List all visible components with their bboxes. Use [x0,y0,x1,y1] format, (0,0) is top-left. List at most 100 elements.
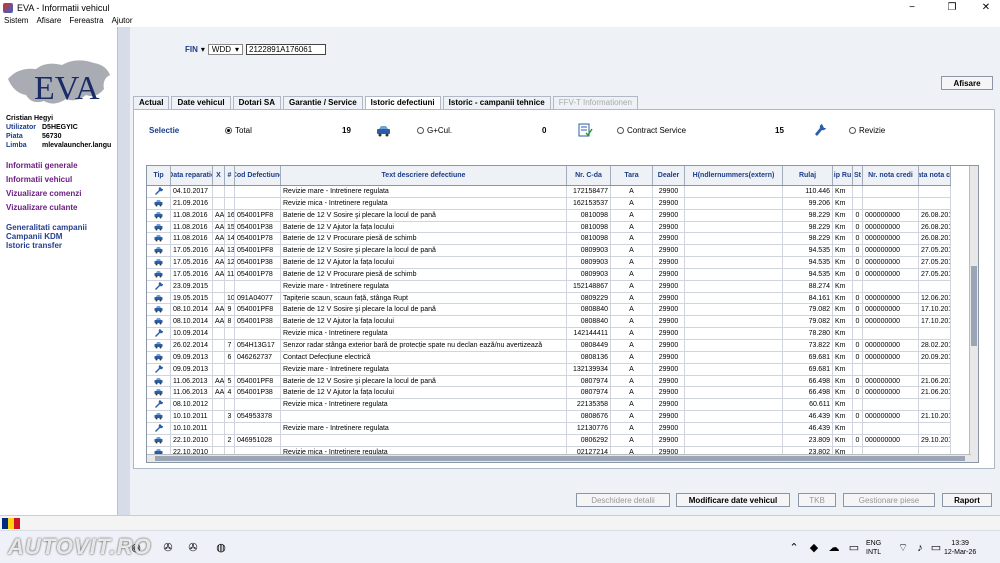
maximize-button[interactable]: ❐ [938,0,966,15]
column-header[interactable]: Rulaj [783,166,833,185]
table-row[interactable]: 10.10.2011 3 054953378 0808676 A 29900 46.439 K… [147,411,951,423]
chevron-up-icon[interactable]: ⌃ [786,541,802,555]
raport-button[interactable]: Raport [942,493,992,507]
table-row[interactable]: 10.10.2011 Revizie mare - Intretinere reg… [147,422,951,435]
tab-actual[interactable]: Actual [133,96,170,109]
gestionare-piese-button[interactable]: Gestionare piese [843,493,935,507]
mercedes-icon-2[interactable]: ✇ [185,541,201,555]
table-cell [685,221,783,233]
table-row[interactable]: 09.09.2013 6 046262737 Contact Defecțiune e… [147,351,951,364]
table-cell: 000000000 [863,233,919,245]
globe-icon[interactable]: ◍ [213,541,229,555]
table-cell [685,387,783,399]
radio-total[interactable]: Total [225,126,252,135]
menu-afisare[interactable]: Afisare [32,15,65,27]
close-button[interactable]: ✕ [972,0,1000,15]
speaker-icon[interactable]: ♪ [912,541,928,555]
table-cell: Revizie mica - Intretinere regulata [281,197,567,209]
nav-informatii-vehicul[interactable]: Informatii vehicul [6,173,87,187]
table-row[interactable]: 17.05.2016 AA 11 054001P78 Baterie de 12 V P… [147,268,951,281]
nav-informatii-generale[interactable]: Informatii generale [6,159,87,173]
menu-sistem[interactable]: Sistem [0,15,32,27]
afisare-button[interactable]: Afisare [941,76,993,90]
column-header[interactable]: H(ndlernummers(extern) [685,166,783,185]
display-icon[interactable]: ▭ [846,541,862,555]
clock[interactable]: 13:39 12-Mar-26 [944,539,976,557]
table-row[interactable]: 08.10.2012 Revizie mica - Intretinere reg… [147,399,951,412]
nav-campanii-kdm[interactable]: Campanii KDM [6,232,87,241]
nav-istoric-transfer[interactable]: Istoric transfer [6,241,87,250]
horizontal-scrollbar[interactable] [147,454,971,462]
table-row[interactable]: 17.05.2016 AA 13 054001PF8 Baterie de 12 V S… [147,245,951,258]
tab-date-vehicul[interactable]: Date vehicul [171,96,231,109]
column-header[interactable]: Cod Defectiune [235,166,281,185]
column-header[interactable]: Data reparatie [171,166,213,185]
tab-istoric-defectiuni[interactable]: Istoric defectiuni [364,96,441,109]
table-row[interactable]: 08.10.2014 AA 8 054001P38 Baterie de 12 V Aj… [147,316,951,329]
table-row[interactable]: 11.06.2013 AA 5 054001PF8 Baterie de 12 V So… [147,375,951,388]
table-row[interactable]: 10.09.2014 Revizie mica - Intretinere reg… [147,328,951,340]
column-header[interactable]: Tara [611,166,653,185]
table-cell: Km [833,422,853,434]
tab-dotari-sa[interactable]: Dotari SA [232,96,282,109]
table-row[interactable]: 11.08.2016 AA 14 054001P78 Baterie de 12 V P… [147,233,951,246]
table-row[interactable]: 26.02.2014 7 054H13G17 Senzor radar stânga … [147,339,951,352]
table-row[interactable]: 19.05.2015 10 091A04077 Tapițerie scaun, sc… [147,292,951,305]
fin-input[interactable]: 2122891A176061 [246,44,327,55]
menu-ajutor[interactable]: Ajutor [108,15,137,27]
column-header[interactable]: Nr. C-da [567,166,611,185]
column-header[interactable]: Tip [147,166,171,185]
column-header[interactable]: # [225,166,235,185]
table-cell: 0 [853,209,863,221]
table-cell: Km [833,411,853,422]
cloud-icon[interactable]: ☁ [826,541,842,555]
table-row[interactable]: 08.10.2014 AA 9 054001PF8 Baterie de 12 V So… [147,304,951,317]
table-row[interactable]: 23.09.2015 Revizie mare - Intretinere reg… [147,280,951,293]
minimize-button[interactable]: − [898,0,926,15]
table-cell [685,268,783,280]
nav-vizualizare-culante[interactable]: Vizualizare culante [6,201,87,215]
table-row[interactable]: 22.10.2010 2 046951028 0806292 A 29900 23.809 K… [147,434,951,447]
table-cell: 04.10.2017 [171,186,213,197]
tkb-button[interactable]: TKB [798,493,836,507]
table-row[interactable]: 11.08.2016 AA 16 054001PF8 Baterie de 12 V S… [147,209,951,222]
radio-revizie[interactable]: Revizie [849,126,885,135]
table-row[interactable]: 09.09.2013 Revizie mare - Intretinere reg… [147,363,951,376]
nav-generalitati-campanii[interactable]: Generalitati campanii [6,223,87,232]
table-cell [863,363,919,375]
language-indicator[interactable]: ENG INTL [866,539,881,557]
tab-garantie-service[interactable]: Garantie / Service [283,96,363,109]
nav-vizualizare-comenzi[interactable]: Vizualizare comenzi [6,187,87,201]
table-row[interactable]: 21.09.2016 Revizie mica - Intretinere reg… [147,197,951,210]
modificare-date-vehicul-button[interactable]: Modificare date vehicul [676,493,790,507]
tray-app-icon[interactable]: ◆ [806,541,822,555]
table-row[interactable]: 11.08.2016 AA 15 054001P38 Baterie de 12 V A… [147,221,951,234]
column-header[interactable]: Dealer [653,166,685,185]
table-row[interactable]: 11.06.2013 AA 4 054001P38 Baterie de 12 V Aj… [147,387,951,400]
vertical-scroll-thumb[interactable] [971,266,977,346]
battery-icon[interactable]: ▭ [928,541,944,555]
radio-gcul[interactable]: G+Cul. [417,126,452,135]
column-header[interactable]: Data nota cre [919,166,951,185]
wifi-icon[interactable]: ⌔ [895,541,911,555]
table-cell: 132139934 [567,363,611,375]
column-header[interactable]: Nr. nota credi [863,166,919,185]
table-cell [225,399,235,411]
lang-code: ENG [866,540,882,547]
deschidere-detalii-button[interactable]: Deschidere detalii [576,493,670,507]
radio-contract-service[interactable]: Contract Service [617,126,686,135]
table-cell: 0 [853,221,863,233]
vertical-scrollbar[interactable] [969,166,978,462]
table-row[interactable]: 17.05.2016 AA 12 054001P38 Baterie de 12 V A… [147,257,951,269]
menu-fereastra[interactable]: Fereastra [65,15,107,27]
mercedes-icon[interactable]: ✇ [160,541,176,555]
column-header[interactable]: X [213,166,225,185]
horizontal-scroll-thumb[interactable] [155,456,965,461]
column-header[interactable]: ip Ru [833,166,853,185]
tab-istoric-campanii[interactable]: Istoric - campanii tehnice [442,96,551,109]
table-row[interactable]: 04.10.2017 Revizie mare - Intretinere reg… [147,186,951,198]
column-header[interactable]: Text descriere defectiune [281,166,567,185]
fin-type-select[interactable]: WDD ▾ [207,44,244,55]
column-header[interactable]: St [853,166,863,185]
fin-dropdown-icon[interactable]: ▾ [201,45,205,54]
